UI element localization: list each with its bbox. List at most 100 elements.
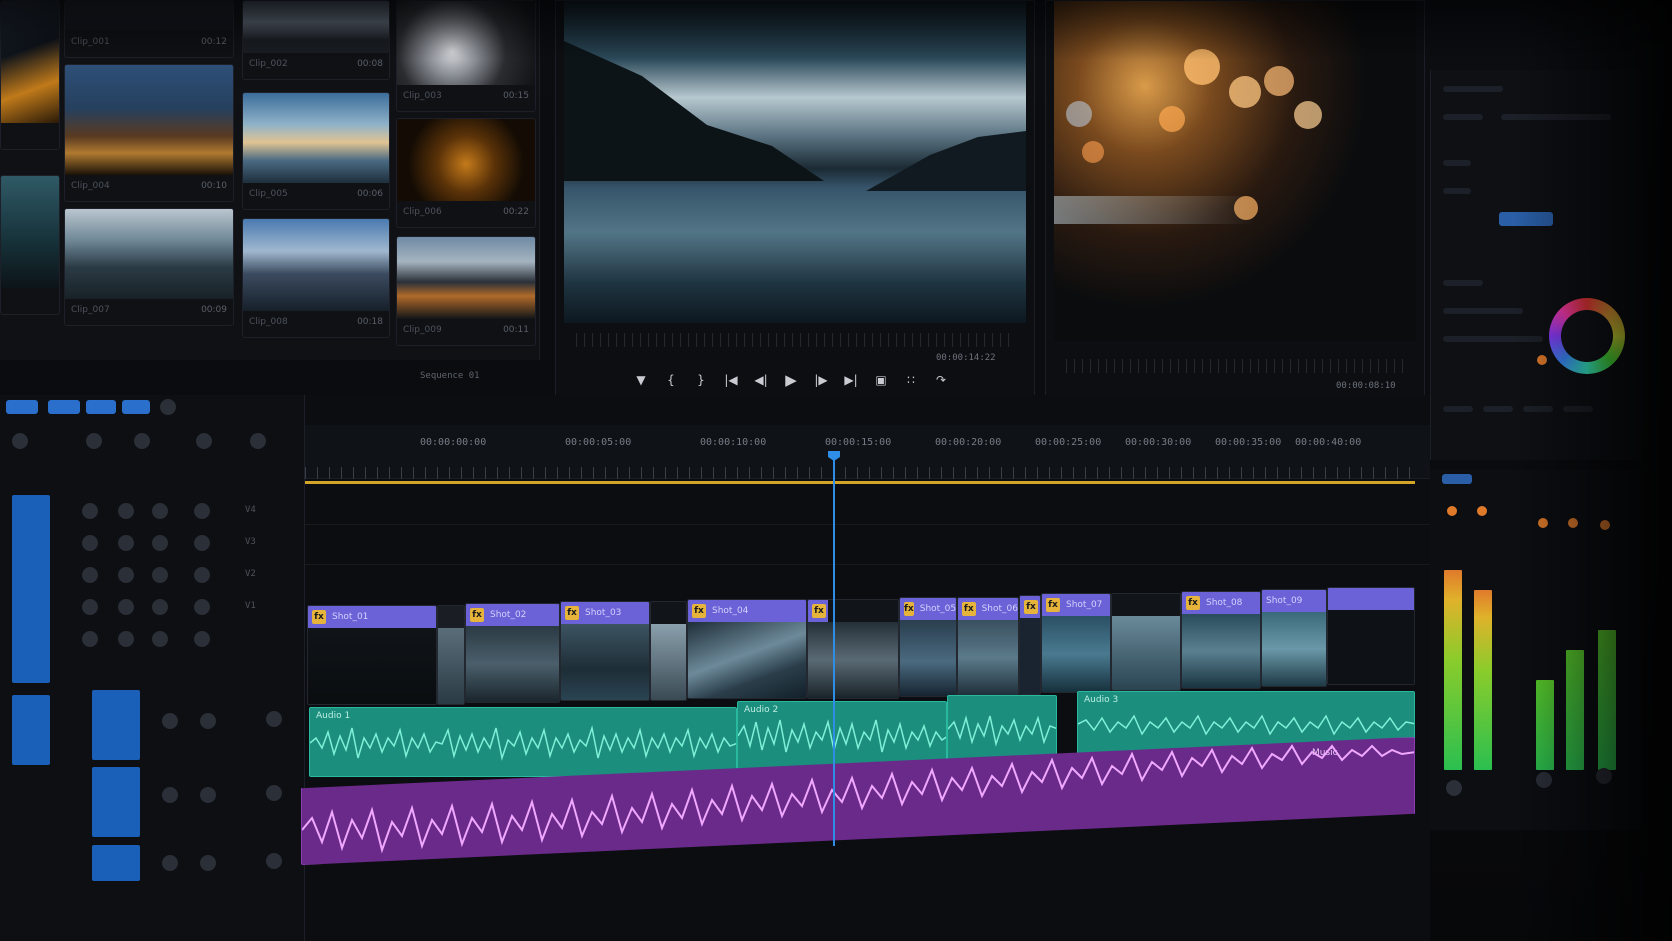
video-clip[interactable]	[1111, 593, 1181, 691]
source-frame[interactable]	[564, 1, 1026, 323]
video-clip[interactable]: fx Shot_08	[1181, 591, 1261, 689]
inspector-row[interactable]	[1443, 406, 1473, 412]
tool-tab[interactable]	[86, 400, 116, 414]
sync-icon[interactable]	[118, 567, 134, 583]
video-clip[interactable]	[650, 601, 687, 701]
media-thumb[interactable]: Clip_003 00:15	[396, 0, 536, 112]
solo-icon[interactable]	[200, 713, 216, 729]
marker-icon[interactable]: ▼	[626, 369, 656, 391]
insert-icon[interactable]: ↷	[926, 369, 956, 391]
source-scrub-bar[interactable]	[576, 333, 1016, 347]
solo-icon[interactable]	[1446, 780, 1462, 796]
lock-icon[interactable]	[82, 631, 98, 647]
inspector-keyframe[interactable]	[1537, 355, 1547, 365]
media-thumb[interactable]: Clip_004 00:10	[64, 64, 234, 202]
mute-icon[interactable]	[162, 787, 178, 803]
extract-icon[interactable]: ∷	[896, 369, 926, 391]
inspector-row[interactable]	[1563, 406, 1593, 412]
eye-icon[interactable]	[194, 503, 210, 519]
sequence-tab[interactable]: Sequence 01	[420, 371, 480, 381]
inspector-row[interactable]	[1443, 280, 1483, 286]
media-thumb[interactable]	[0, 0, 60, 150]
step-back-icon[interactable]: ◀|	[746, 369, 776, 391]
video-clip[interactable]: Shot_09	[1261, 589, 1327, 687]
lock-icon[interactable]	[82, 567, 98, 583]
out-point-icon[interactable]: }	[686, 369, 716, 391]
audio-clip[interactable]: Audio 1	[309, 707, 737, 777]
video-clip[interactable]	[1327, 587, 1415, 685]
lock-icon[interactable]	[82, 535, 98, 551]
settings-icon[interactable]	[160, 399, 176, 415]
program-scrub-bar[interactable]	[1066, 359, 1406, 373]
video-clip[interactable]: fx	[1019, 595, 1041, 695]
step-forward-icon[interactable]: |▶	[806, 369, 836, 391]
audio-clip[interactable]: Audio 2	[737, 701, 947, 769]
sync-icon[interactable]	[118, 599, 134, 615]
add-track-icon[interactable]	[250, 433, 266, 449]
playhead[interactable]	[833, 451, 835, 846]
mic-icon[interactable]	[266, 853, 282, 869]
inspector-row[interactable]	[1443, 86, 1503, 92]
wrench-icon[interactable]	[196, 433, 212, 449]
media-thumb[interactable]: Clip_009 00:11	[396, 236, 536, 346]
audio-track-source[interactable]	[92, 845, 140, 881]
audio-track-source[interactable]	[92, 767, 140, 837]
video-clip[interactable]: fx Shot_06	[957, 597, 1019, 697]
go-to-in-icon[interactable]: |◀	[716, 369, 746, 391]
lift-icon[interactable]: ▣	[866, 369, 896, 391]
video-clip[interactable]: fx Shot_01	[307, 605, 437, 705]
toggle-output-icon[interactable]	[152, 631, 168, 647]
media-thumb[interactable]	[0, 175, 60, 315]
marker-icon[interactable]	[134, 433, 150, 449]
media-thumb[interactable]: Clip_002 00:08	[242, 0, 390, 80]
eye-icon[interactable]	[194, 567, 210, 583]
video-clip[interactable]: fx	[807, 599, 899, 699]
media-thumb[interactable]: Clip_008 00:18	[242, 218, 390, 338]
mute-icon[interactable]	[162, 855, 178, 871]
inspector-slider[interactable]	[1443, 336, 1543, 342]
toggle-output-icon[interactable]	[152, 535, 168, 551]
eye-icon[interactable]	[194, 599, 210, 615]
solo-icon[interactable]	[200, 855, 216, 871]
inspector-row[interactable]	[1443, 160, 1471, 166]
solo-icon[interactable]	[1596, 768, 1612, 784]
media-thumb[interactable]: Clip_007 00:09	[64, 208, 234, 326]
snap-icon[interactable]	[12, 433, 28, 449]
media-thumb[interactable]: Clip_006 00:22	[396, 118, 536, 228]
video-clip[interactable]: fx Shot_02	[465, 603, 560, 703]
sync-icon[interactable]	[118, 535, 134, 551]
inspector-row[interactable]	[1443, 188, 1471, 194]
video-clip[interactable]: fx Shot_07	[1041, 593, 1111, 693]
sync-icon[interactable]	[118, 503, 134, 519]
media-thumb[interactable]: Clip_005 00:06	[242, 92, 390, 210]
inspector-toggle[interactable]	[1499, 212, 1553, 226]
video-clip[interactable]: fx Shot_03	[560, 601, 650, 701]
tool-tab[interactable]	[48, 400, 80, 414]
mute-icon[interactable]	[162, 713, 178, 729]
meters-tab[interactable]	[1442, 474, 1472, 484]
eye-icon[interactable]	[194, 631, 210, 647]
audio-clip[interactable]	[947, 695, 1057, 761]
sync-icon[interactable]	[118, 631, 134, 647]
mic-icon[interactable]	[266, 785, 282, 801]
work-area-bar[interactable]	[305, 481, 1415, 484]
video-clip[interactable]	[437, 605, 465, 705]
tool-tab[interactable]	[6, 400, 38, 414]
play-icon[interactable]: ▶	[776, 369, 806, 391]
inspector-row[interactable]	[1443, 308, 1523, 314]
audio-track-target[interactable]	[12, 695, 50, 765]
mic-icon[interactable]	[266, 711, 282, 727]
audio-track-source[interactable]	[92, 690, 140, 760]
toggle-output-icon[interactable]	[152, 599, 168, 615]
eye-icon[interactable]	[194, 535, 210, 551]
solo-icon[interactable]	[1536, 772, 1552, 788]
solo-icon[interactable]	[200, 787, 216, 803]
in-point-icon[interactable]: {	[656, 369, 686, 391]
video-clip[interactable]: fx Shot_05	[899, 597, 957, 697]
inspector-row[interactable]	[1501, 114, 1611, 120]
lock-icon[interactable]	[82, 599, 98, 615]
link-icon[interactable]	[86, 433, 102, 449]
video-clip[interactable]: fx Shot_04	[687, 599, 807, 699]
toggle-output-icon[interactable]	[152, 567, 168, 583]
inspector-row[interactable]	[1523, 406, 1553, 412]
